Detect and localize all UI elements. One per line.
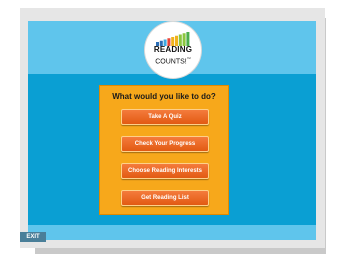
logo-subtitle: COUNTS!™: [145, 55, 201, 66]
take-quiz-button[interactable]: Take A Quiz: [121, 109, 209, 125]
exit-button[interactable]: EXIT: [20, 232, 46, 242]
bar-chart-icon: [156, 32, 190, 46]
menu-panel: What would you like to do? Take A Quiz C…: [99, 85, 229, 215]
panel-title: What would you like to do?: [112, 92, 216, 101]
logo-subtitle-text: COUNTS!: [155, 58, 187, 66]
footer-bar: [28, 225, 316, 240]
reading-counts-logo: READING COUNTS!™: [145, 22, 201, 78]
screen: READING COUNTS!™ What would you like to …: [0, 0, 344, 259]
get-reading-list-button[interactable]: Get Reading List: [121, 190, 209, 206]
app-window: READING COUNTS!™ What would you like to …: [28, 21, 316, 240]
check-progress-button[interactable]: Check Your Progress: [121, 136, 209, 152]
trademark-symbol: ™: [186, 56, 191, 61]
logo-title: READING: [153, 45, 193, 54]
choose-reading-interests-button[interactable]: Choose Reading Interests: [121, 163, 209, 179]
logo-bar: [186, 32, 190, 46]
